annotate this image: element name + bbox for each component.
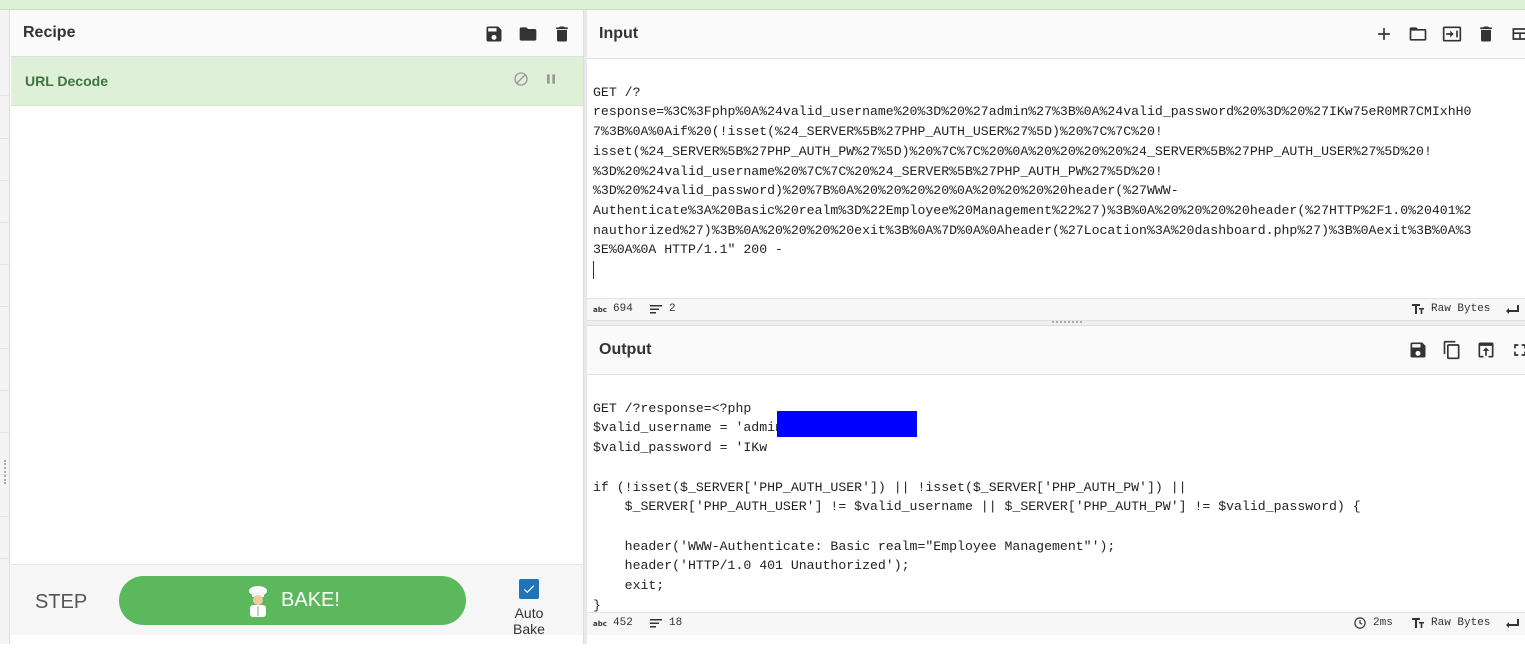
input-line-count: 2: [669, 303, 676, 315]
open-file-input-icon[interactable]: [1441, 23, 1463, 45]
input-title: Input: [599, 25, 639, 42]
char-count-icon: abc: [593, 620, 607, 628]
autobake-checkbox[interactable]: [519, 579, 539, 599]
output-encoding[interactable]: Raw Bytes: [1431, 617, 1490, 629]
bake-button[interactable]: BAKE!: [119, 576, 466, 625]
output-char-count: 452: [613, 617, 633, 629]
input-panel: Input GET /? response=%3C%3Fphp%0A%24vali…: [587, 10, 1525, 323]
recipe-panel: Recipe URL Decode STEP BAKE! Auto Bake: [11, 10, 583, 644]
input-encoding[interactable]: Raw Bytes: [1431, 303, 1490, 315]
clock-icon: [1354, 617, 1366, 629]
svg-text:abc: abc: [593, 620, 607, 628]
copy-output-icon[interactable]: [1441, 339, 1463, 361]
input-line: isset(%24_SERVER%5B%27PHP_AUTH_PW%27%5D)…: [593, 143, 1432, 159]
input-line: %3D%20%24valid_username%20%7C%7C%20%24_S…: [593, 163, 1163, 179]
bake-bar: STEP BAKE! Auto Bake: [11, 564, 583, 637]
add-tab-plus-icon[interactable]: [1373, 23, 1395, 45]
input-line: %3D%20%24valid_password)%20%7B%0A%20%20%…: [593, 183, 1179, 199]
input-textarea[interactable]: GET /? response=%3C%3Fphp%0A%24valid_user…: [587, 59, 1525, 323]
text-encoding-icon: [1412, 304, 1424, 314]
save-recipe-icon[interactable]: [483, 23, 505, 45]
recipe-header: Recipe: [11, 10, 583, 57]
clear-recipe-trash-icon[interactable]: [551, 23, 573, 45]
input-line: GET /?: [593, 84, 641, 100]
output-line: header('HTTP/1.0 401 Unauthorized');: [593, 558, 910, 574]
output-title: Output: [599, 341, 652, 358]
text-encoding-icon: [1412, 618, 1424, 628]
autobake-label: Auto Bake: [513, 605, 545, 637]
output-status-bar: abc 452 18 2ms Raw Bytes: [587, 612, 1525, 635]
output-panel: Output GET /?response=<?php $valid_userna…: [587, 326, 1525, 644]
word-wrap-icon[interactable]: [1505, 617, 1519, 629]
left-collapsed-panel: [0, 10, 10, 644]
input-status-bar: abc 694 2 Raw Bytes: [587, 298, 1525, 321]
top-banner: [0, 0, 1525, 10]
line-count-icon: [650, 619, 662, 628]
svg-text:abc: abc: [593, 306, 607, 314]
operation-name: URL Decode: [25, 73, 108, 89]
output-line: if (!isset($_SERVER['PHP_AUTH_USER']) ||…: [593, 479, 1187, 495]
bake-time: 2ms: [1373, 617, 1393, 629]
recipe-title: Recipe: [23, 24, 76, 41]
input-line: nauthorized%27)%3B%0A%20%20%20%20exit%3B…: [593, 222, 1472, 238]
output-line: exit;: [593, 578, 665, 594]
replace-input-icon[interactable]: [1475, 339, 1497, 361]
save-output-icon[interactable]: [1407, 339, 1429, 361]
bake-label: BAKE!: [281, 589, 340, 611]
input-line: Authenticate%3A%20Basic%20realm%3D%22Emp…: [593, 202, 1472, 218]
autobake-toggle[interactable]: Auto Bake: [497, 579, 561, 637]
line-count-icon: [650, 305, 662, 314]
output-line: $_SERVER['PHP_AUTH_USER'] != $valid_user…: [593, 499, 1361, 515]
input-header: Input: [587, 10, 1525, 59]
redaction-box: [777, 411, 917, 437]
operation-url-decode[interactable]: URL Decode: [11, 57, 583, 106]
input-char-count: 694: [613, 303, 633, 315]
output-line: $valid_password = 'IKw: [593, 440, 768, 456]
input-line: 3E%0A%0A HTTP/1.1" 200 -: [593, 242, 783, 258]
output-header: Output: [587, 326, 1525, 375]
chef-icon: [249, 585, 268, 617]
pause-icon[interactable]: [543, 71, 559, 87]
char-count-icon: abc: [593, 306, 607, 314]
resize-grip[interactable]: [4, 460, 8, 484]
open-folder-icon[interactable]: [1407, 23, 1429, 45]
output-line: $valid_username = 'admin';: [593, 420, 799, 436]
load-recipe-folder-icon[interactable]: [517, 23, 539, 45]
layout-icon[interactable]: [1509, 23, 1525, 45]
clear-input-trash-icon[interactable]: [1475, 23, 1497, 45]
output-line: GET /?response=<?php: [593, 400, 752, 416]
text-cursor: [593, 260, 594, 279]
input-line: response=%3C%3Fphp%0A%24valid_username%2…: [593, 104, 1472, 120]
input-line: 7%3B%0A%0Aif%20(!isset(%24_SERVER%5B%27P…: [593, 124, 1163, 140]
word-wrap-icon[interactable]: [1505, 303, 1519, 315]
disable-icon[interactable]: [513, 71, 529, 87]
fullscreen-icon[interactable]: [1509, 339, 1525, 361]
step-button[interactable]: STEP: [35, 591, 87, 614]
output-line-count: 18: [669, 617, 683, 629]
output-line: header('WWW-Authenticate: Basic realm="E…: [593, 538, 1116, 554]
